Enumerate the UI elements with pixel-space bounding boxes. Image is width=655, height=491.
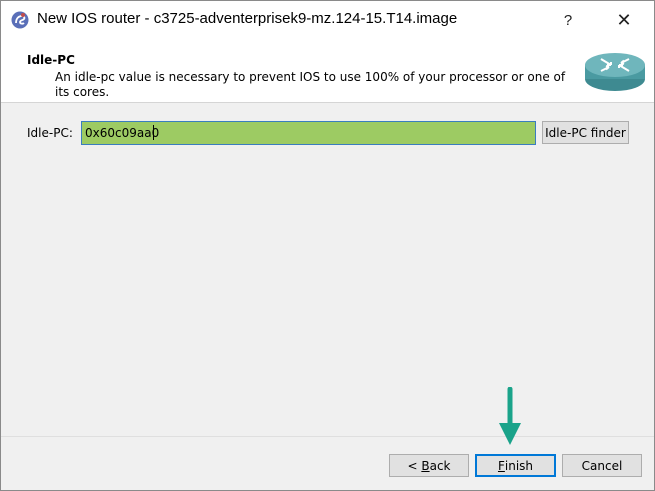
- footer-divider: [1, 436, 654, 437]
- app-icon: [11, 11, 29, 29]
- down-arrow-annotation: [499, 387, 521, 445]
- dialog-window: New IOS router - c3725-adventerprisek9-m…: [0, 0, 655, 491]
- cancel-button[interactable]: Cancel: [562, 454, 642, 477]
- page-subtitle: An idle-pc value is necessary to prevent…: [55, 70, 566, 99]
- title-bar[interactable]: New IOS router - c3725-adventerprisek9-m…: [1, 1, 654, 39]
- wizard-header: Idle-PC An idle-pc value is necessary to…: [1, 39, 654, 103]
- back-button[interactable]: < Back: [389, 454, 469, 477]
- back-accelerator: B: [421, 458, 430, 473]
- window-title: New IOS router - c3725-adventerprisek9-m…: [37, 10, 458, 27]
- finish-label-rest: inish: [504, 458, 534, 473]
- router-icon: [585, 53, 645, 91]
- page-title: Idle-PC: [27, 53, 75, 67]
- close-button[interactable]: ✕: [601, 1, 647, 39]
- idle-pc-input[interactable]: [81, 121, 536, 145]
- idle-pc-finder-button[interactable]: Idle-PC finder: [542, 121, 629, 144]
- finish-accelerator: F: [497, 458, 505, 473]
- text-caret: [153, 125, 154, 140]
- idle-pc-label: Idle-PC:: [27, 126, 73, 140]
- help-button[interactable]: ?: [545, 1, 591, 39]
- back-label-rest: ack: [429, 458, 451, 473]
- finish-button[interactable]: Finish: [475, 454, 556, 477]
- back-prefix: <: [407, 458, 422, 473]
